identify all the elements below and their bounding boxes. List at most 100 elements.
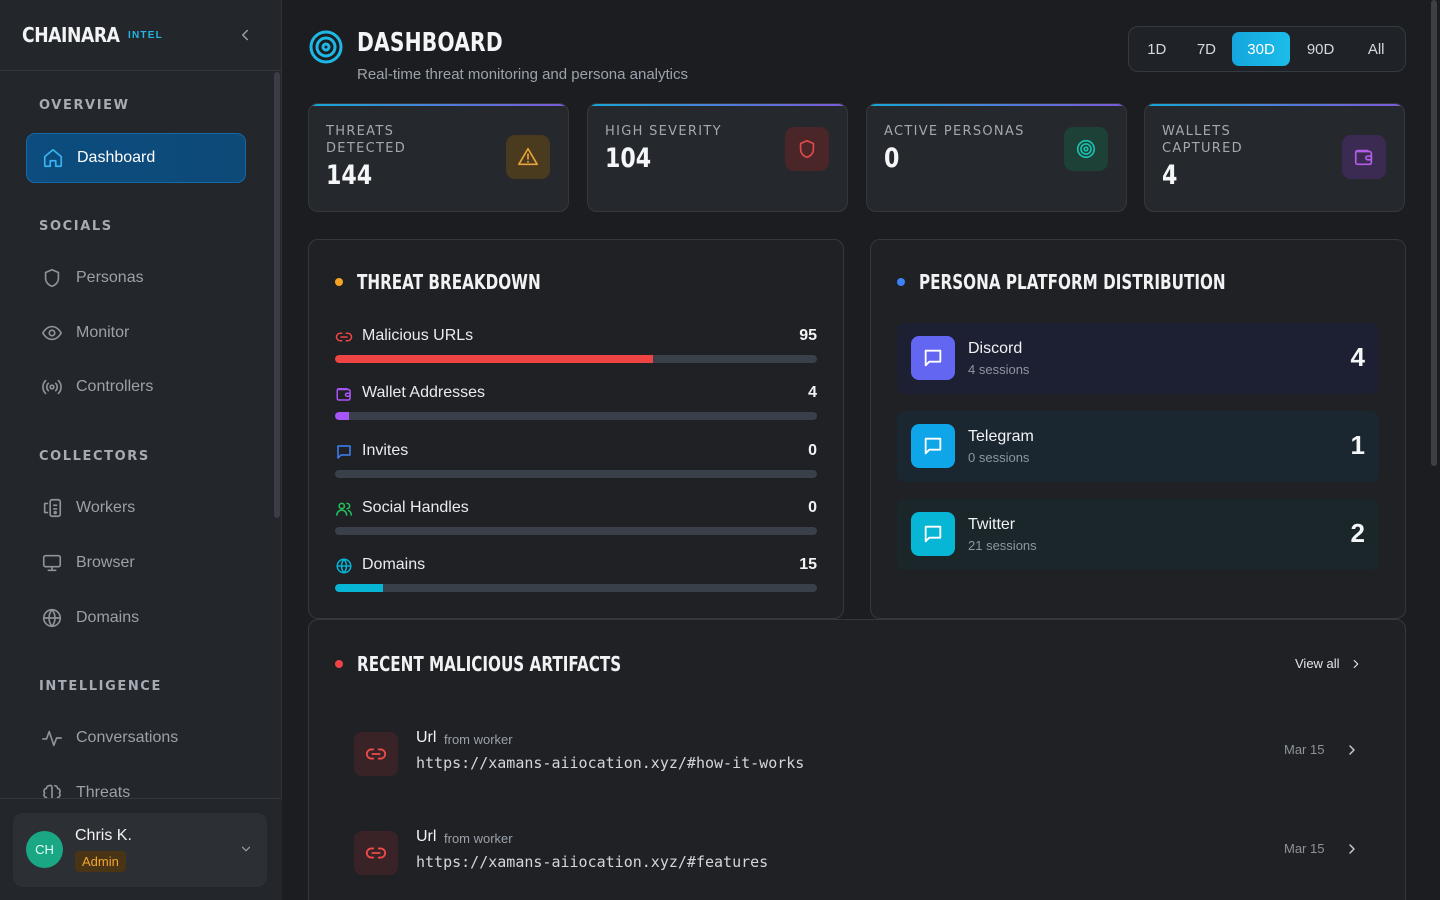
target-icon	[1076, 139, 1096, 159]
artifact-row[interactable]: Url from worker https://xamans-aiiocatio…	[354, 822, 1364, 892]
sidebar-item-label: Domains	[76, 609, 140, 626]
platform-sessions: 0 sessions	[968, 450, 1030, 465]
chevron-left-icon	[242, 29, 248, 41]
threat-row-label: Wallet Addresses	[362, 384, 486, 401]
eye-icon	[42, 325, 62, 341]
view-all-link[interactable]: View all	[1295, 656, 1363, 671]
sidebar-item-controllers[interactable]: Controllers	[26, 362, 246, 412]
radio-icon	[42, 379, 62, 395]
threat-row-value: 0	[808, 499, 817, 516]
stat-value: 144	[326, 160, 373, 191]
range-button-90d[interactable]: 90D	[1290, 32, 1352, 66]
threat-row-track	[335, 527, 817, 535]
brand: CHAINARA INTEL	[0, 0, 281, 71]
globe-icon	[336, 558, 352, 574]
sidebar-item-threats[interactable]: Threats	[26, 768, 246, 798]
sidebar-item-dashboard[interactable]: Dashboard	[26, 133, 246, 183]
threat-row-track	[335, 584, 817, 592]
sidebar: CHAINARA INTEL OVERVIEW Dashboard SOCIAL…	[0, 0, 282, 900]
stat-label: THREATS DETECTED	[326, 124, 407, 156]
message-square-icon	[924, 437, 942, 455]
sidebar-item-label: Dashboard	[77, 149, 156, 166]
artifact-url: https://xamans-aiiocation.xyz/#how-it-wo…	[416, 754, 805, 772]
range-button-all[interactable]: All	[1351, 32, 1401, 66]
sidebar-scrollbar[interactable]	[274, 72, 280, 518]
panel-dot	[897, 278, 905, 286]
sidebar-item-browser[interactable]: Browser	[26, 538, 246, 588]
threat-row-wallet-addresses: Wallet Addresses 4	[335, 383, 817, 423]
alert-triangle-icon	[518, 147, 538, 166]
sidebar-nav: OVERVIEW Dashboard SOCIALS Personas Moni…	[0, 72, 272, 798]
page-subtitle: Real-time threat monitoring and persona …	[357, 66, 689, 83]
artifact-type: Url	[416, 828, 437, 845]
artifact-icon-box	[354, 732, 398, 776]
platform-row-telegram[interactable]: Telegram 0 sessions 1	[897, 411, 1379, 482]
sidebar-item-label: Workers	[76, 499, 136, 516]
nav-section-title: OVERVIEW	[39, 98, 130, 113]
user-role-badge: Admin	[75, 851, 126, 872]
link-icon	[335, 332, 353, 342]
platform-sessions: 4 sessions	[968, 362, 1030, 377]
artifact-type: Url	[416, 729, 437, 746]
platform-row-twitter[interactable]: Twitter 21 sessions 2	[897, 499, 1379, 570]
platform-name: Discord	[968, 340, 1023, 357]
message-square-icon	[924, 349, 942, 367]
page-scrollbar[interactable]	[1431, 0, 1437, 466]
stat-icon-box	[1342, 135, 1386, 179]
link-icon	[365, 847, 387, 859]
sidebar-item-domains[interactable]: Domains	[26, 593, 246, 643]
nav-section-title: SOCIALS	[39, 219, 113, 234]
sidebar-item-label: Personas	[76, 269, 144, 286]
sidebar-item-conversations[interactable]: Conversations	[26, 713, 246, 763]
link-icon	[365, 748, 387, 760]
platform-row-discord[interactable]: Discord 4 sessions 4	[897, 323, 1379, 394]
target-icon	[309, 30, 343, 64]
home-icon	[43, 148, 63, 168]
stat-icon-box	[506, 135, 550, 179]
artifact-date: Mar 15	[1284, 742, 1325, 757]
sidebar-item-monitor[interactable]: Monitor	[26, 308, 246, 358]
stat-label: HIGH SEVERITY	[605, 124, 722, 139]
range-button-30d[interactable]: 30D	[1232, 32, 1290, 66]
monitor-icon	[42, 554, 62, 572]
platform-name: Telegram	[968, 428, 1034, 445]
threat-row-value: 95	[799, 327, 817, 344]
platform-name: Twitter	[968, 516, 1016, 533]
collapse-sidebar-button[interactable]	[236, 26, 254, 44]
users-icon	[336, 502, 352, 516]
nav-section-title: INTELLIGENCE	[39, 679, 162, 694]
brand-name: CHAINARA	[22, 23, 120, 47]
brand-tag: INTEL	[128, 29, 163, 41]
sidebar-item-label: Conversations	[76, 729, 179, 746]
artifact-date: Mar 15	[1284, 841, 1325, 856]
sidebar-item-personas[interactable]: Personas	[26, 253, 246, 303]
recent-artifacts-panel: RECENT MALICIOUS ARTIFACTS View all Url …	[308, 619, 1406, 900]
message-icon	[337, 445, 351, 459]
range-button-1d[interactable]: 1D	[1133, 32, 1181, 66]
message-square-icon	[924, 525, 942, 543]
platform-icon-box	[911, 512, 955, 556]
artifact-url: https://xamans-aiiocation.xyz/#features	[416, 853, 769, 871]
stat-card-wallets-captured: WALLETS CAPTURED 4	[1144, 103, 1405, 212]
stat-value: 104	[605, 143, 652, 174]
chevron-right-icon	[1353, 659, 1358, 668]
stat-value: 4	[1162, 160, 1178, 191]
stat-label: WALLETS CAPTURED	[1162, 124, 1243, 156]
shield-icon	[799, 139, 815, 159]
artifact-icon-box	[354, 831, 398, 875]
stat-card-threats-detected: THREATS DETECTED 144	[308, 103, 569, 212]
time-range-selector: 1D 7D 30D 90D All	[1128, 26, 1406, 72]
sidebar-item-workers[interactable]: Workers	[26, 483, 246, 533]
page-title: DASHBOARD	[357, 28, 503, 58]
stat-card-active-personas: ACTIVE PERSONAS 0	[866, 103, 1127, 212]
globe-icon	[42, 608, 62, 628]
user-menu-button[interactable]: CH Chris K. Admin	[13, 813, 267, 887]
threat-row-label: Social Handles	[362, 499, 469, 516]
range-button-7d[interactable]: 7D	[1181, 32, 1233, 66]
platform-count: 2	[1350, 518, 1365, 548]
chevron-right-icon	[1349, 745, 1355, 755]
panel-title: PERSONA PLATFORM DISTRIBUTION	[919, 270, 1226, 294]
artifact-row[interactable]: Url from worker https://xamans-aiiocatio…	[354, 723, 1364, 793]
platform-icon-box	[911, 424, 955, 468]
threat-row-domains: Domains 15	[335, 555, 817, 595]
